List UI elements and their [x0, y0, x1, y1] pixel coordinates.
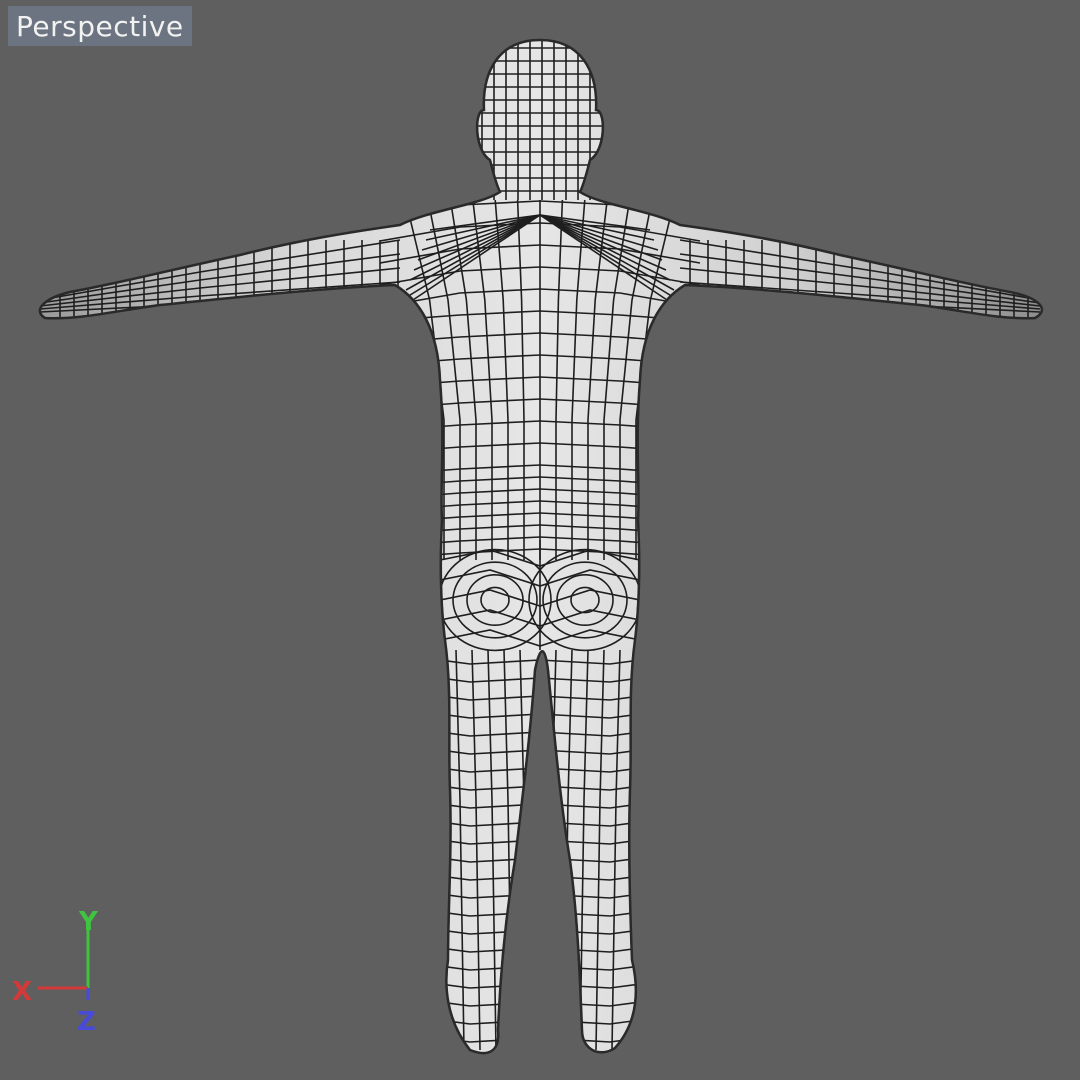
x-axis-label: X [12, 977, 32, 1007]
axis-gizmo: Y X Z [12, 907, 99, 1037]
3d-viewport[interactable]: Perspective Y X Z [0, 0, 1080, 1080]
z-axis-label: Z [77, 1007, 96, 1037]
wireframe-lines [39, 40, 1041, 1051]
human-mesh[interactable] [38, 38, 1043, 1055]
mesh-scene[interactable] [0, 0, 1080, 1080]
viewport-view-label[interactable]: Perspective [8, 6, 192, 46]
y-axis-label: Y [78, 907, 99, 937]
